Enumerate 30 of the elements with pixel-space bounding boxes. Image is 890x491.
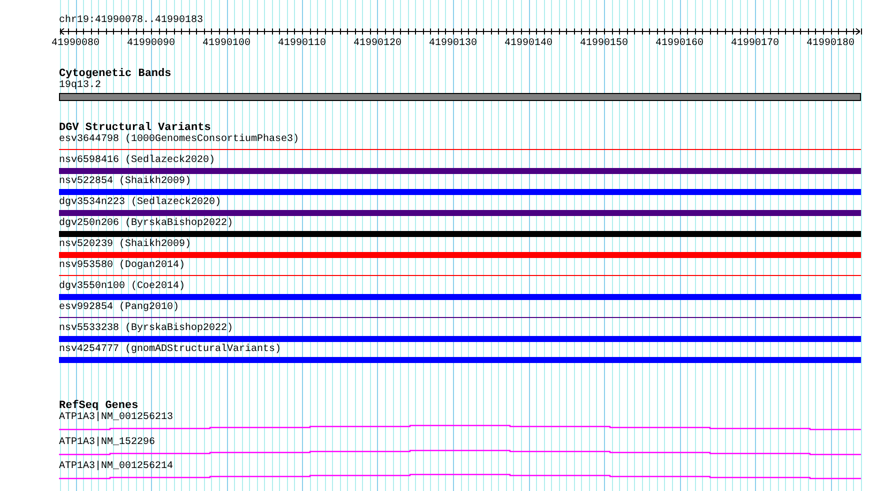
tick-label: 41990080	[52, 38, 100, 49]
tick-label: 41990140	[504, 38, 552, 49]
tick-label: 41990180	[806, 38, 854, 49]
variant-label: esv992854 (Pang2010)	[59, 302, 180, 313]
variant-label: esv3644798 (1000GenomesConsortiumPhase3)	[59, 134, 300, 145]
track-title: DGV Structural Variants	[59, 122, 211, 134]
variant-label: nsv520239 (Shaikh2009)	[59, 239, 192, 250]
tick-label: 41990090	[127, 38, 175, 49]
track-title: RefSeq Genes	[59, 400, 138, 412]
tick-label: 41990160	[656, 38, 704, 49]
variant-label: nsv5533238 (ByrskaBishop2022)	[59, 323, 234, 334]
variant-label: nsv953580 (Dogan2014)	[59, 260, 186, 271]
tick-label: 41990130	[429, 38, 477, 49]
variant-label: dgv3534n223 (Sedlazeck2020)	[59, 197, 222, 208]
variant-label: nsv6598416 (Sedlazeck2020)	[59, 155, 216, 166]
variant-label: dgv250n206 (ByrskaBishop2022)	[59, 218, 234, 229]
gene-label: ATP1A3|NM_152296	[59, 436, 156, 448]
gene-label: ATP1A3|NM_001256214	[59, 461, 174, 473]
variant-label: dgv3550n100 (Coe2014)	[59, 281, 186, 292]
tick-label: 41990150	[580, 38, 628, 49]
band-label: 19q13.2	[59, 80, 102, 92]
gene-label: ATP1A3|NM_001256213	[59, 412, 174, 424]
location-label: chr19:41990078..41990183	[59, 15, 204, 27]
variant-label: nsv4254777 (gnomADStructuralVariants)	[59, 344, 282, 355]
tick-label: 41990100	[202, 38, 250, 49]
tick-label: 41990120	[354, 38, 402, 49]
track-title: Cytogenetic Bands	[59, 68, 172, 80]
tick-label: 41990170	[731, 38, 779, 49]
variant-label: nsv522854 (Shaikh2009)	[59, 176, 192, 187]
tick-label: 41990110	[278, 38, 326, 49]
